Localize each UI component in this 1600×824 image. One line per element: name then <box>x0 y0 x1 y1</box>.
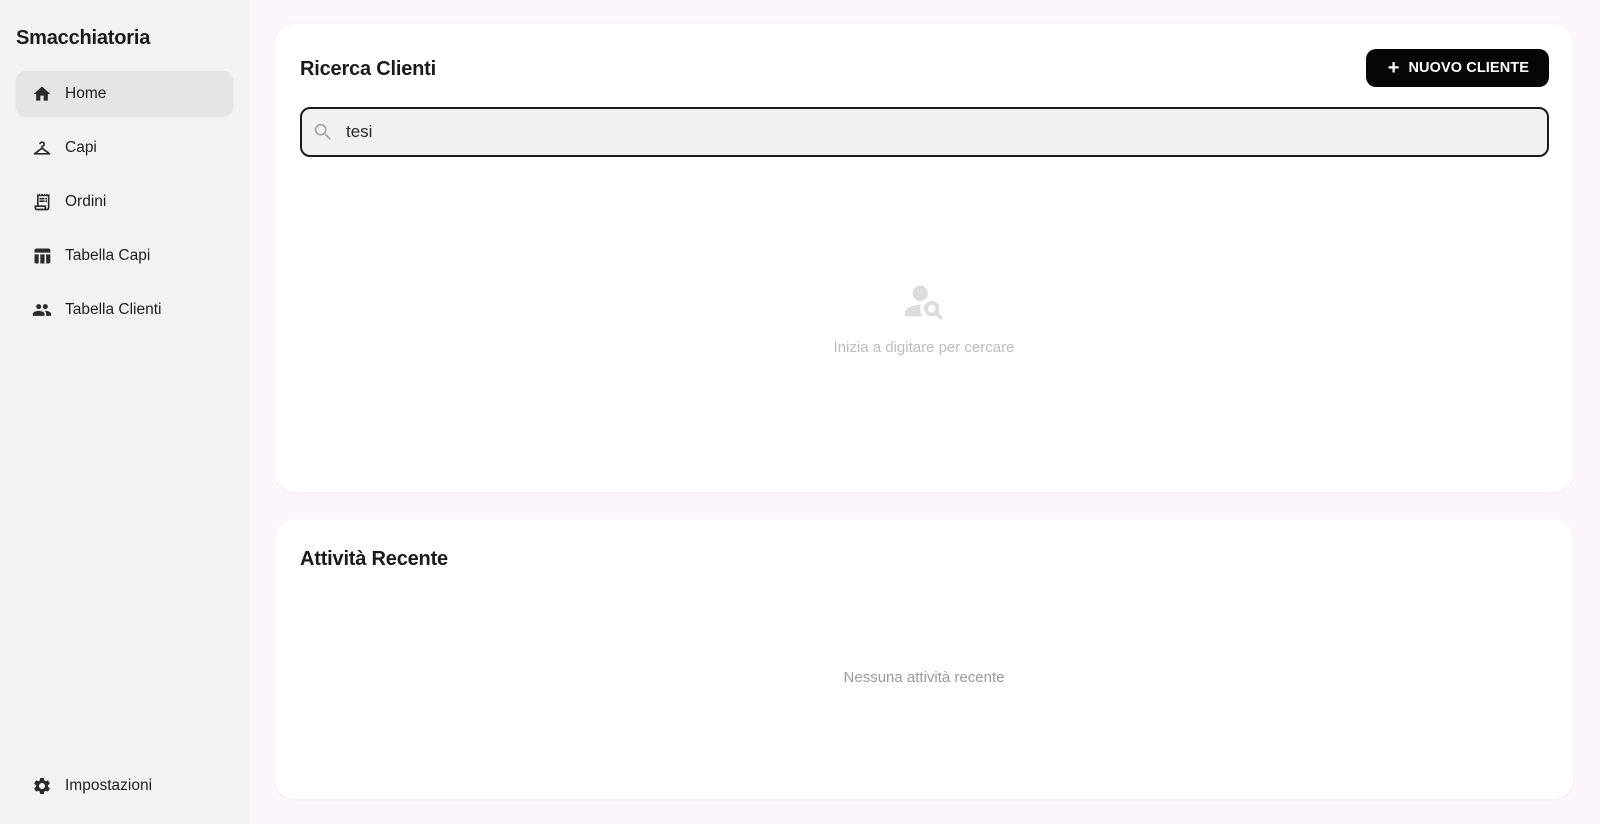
table-icon <box>32 246 52 266</box>
sidebar-item-label: Capi <box>65 138 97 156</box>
recent-activity-empty-text: Nessuna attività recente <box>843 669 1005 686</box>
sidebar-item-tabella-capi[interactable]: Tabella Capi <box>16 233 233 278</box>
sidebar-item-label: Tabella Clienti <box>65 300 162 318</box>
client-search-field[interactable] <box>300 107 1549 157</box>
search-icon <box>312 121 334 143</box>
client-search-title: Ricerca Clienti <box>300 58 436 80</box>
sidebar-item-label: Ordini <box>65 192 107 210</box>
sidebar-item-label: Tabella Capi <box>65 246 151 264</box>
app-root: Smacchiatoria Home Capi Ordini Tabella C… <box>0 0 1600 824</box>
sidebar-item-impostazioni[interactable]: Impostazioni <box>16 763 233 808</box>
people-icon <box>32 300 52 320</box>
sidebar-item-label: Home <box>65 84 107 102</box>
person-search-icon <box>901 278 947 329</box>
sidebar: Smacchiatoria Home Capi Ordini Tabella C… <box>0 0 249 824</box>
hanger-icon <box>32 138 52 158</box>
sidebar-item-label: Impostazioni <box>65 776 153 794</box>
search-empty-text: Inizia a digitare per cercare <box>833 339 1015 356</box>
client-search-card: Ricerca Clienti + NUOVO CLIENTE Inizia a… <box>275 24 1573 492</box>
sidebar-item-tabella-clienti[interactable]: Tabella Clienti <box>16 287 233 332</box>
new-client-button[interactable]: + NUOVO CLIENTE <box>1365 49 1549 87</box>
brand-title: Smacchiatoria <box>16 27 151 49</box>
search-empty-state: Inizia a digitare per cercare <box>275 278 1573 356</box>
sidebar-nav: Home Capi Ordini Tabella Capi Tabella Cl… <box>16 71 233 341</box>
plus-icon: + <box>1387 57 1400 79</box>
sidebar-item-ordini[interactable]: Ordini <box>16 179 233 224</box>
sidebar-item-home[interactable]: Home <box>16 71 233 116</box>
recent-activity-title: Attività Recente <box>300 548 448 570</box>
new-client-button-label: NUOVO CLIENTE <box>1408 60 1529 76</box>
sidebar-item-capi[interactable]: Capi <box>16 125 233 170</box>
receipt-icon <box>32 192 52 212</box>
main-content: Ricerca Clienti + NUOVO CLIENTE Inizia a… <box>249 0 1600 824</box>
sidebar-bottom: Impostazioni <box>16 763 233 808</box>
home-icon <box>32 84 52 104</box>
gear-icon <box>32 776 52 796</box>
client-search-input[interactable] <box>346 122 1496 142</box>
recent-activity-card: Attività Recente Nessuna attività recent… <box>275 519 1573 799</box>
